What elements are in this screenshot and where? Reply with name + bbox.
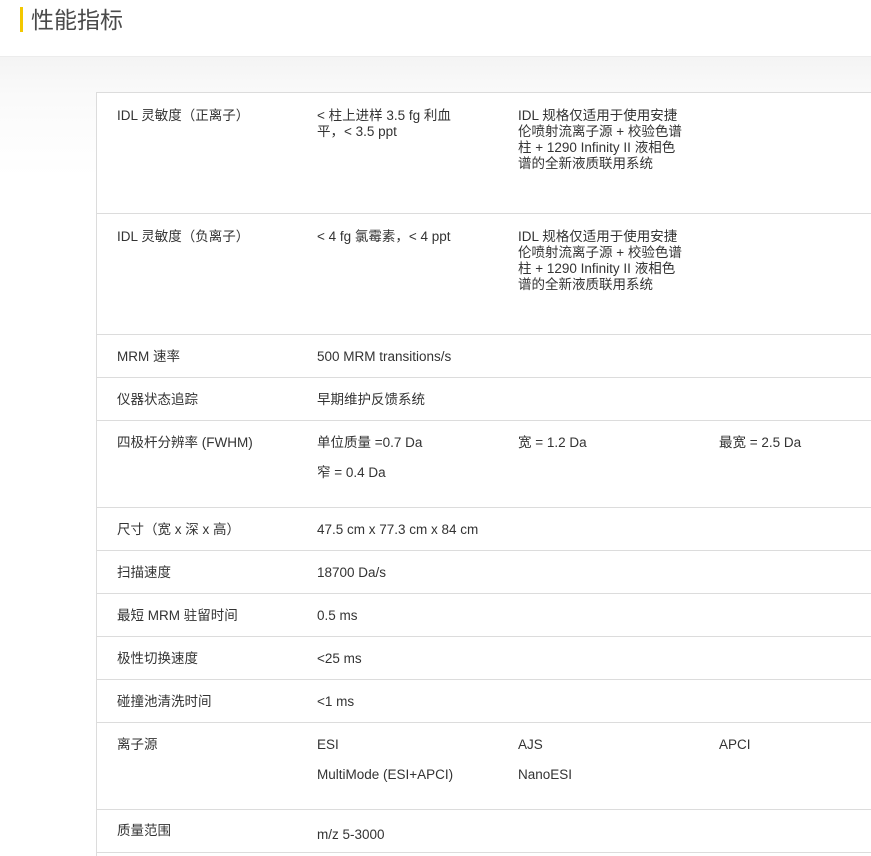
spec-label: 四极杆分辨率 (FWHM) <box>117 435 253 450</box>
table-row: 最短 MRM 驻留时间 0.5 ms <box>97 594 871 637</box>
spec-value-3: 最宽 = 2.5 Da <box>719 435 802 450</box>
spec-value: <1 ms <box>317 694 355 709</box>
table-row: IDL 灵敏度（正离子） < 柱上进样 3.5 fg 利血平，< 3.5 ppt… <box>97 93 871 214</box>
specs-table: IDL 灵敏度（正离子） < 柱上进样 3.5 fg 利血平，< 3.5 ppt… <box>96 92 871 856</box>
spec-label: 碰撞池清洗时间 <box>117 694 212 709</box>
spec-value-secondary: MultiMode (ESI+APCI) <box>317 767 454 782</box>
table-row: 仪器状态追踪 早期维护反馈系统 <box>97 378 871 421</box>
table-row: 尺寸（宽 x 深 x 高） 47.5 cm x 77.3 cm x 84 cm <box>97 508 871 551</box>
spec-label: MRM 速率 <box>117 349 180 364</box>
spec-value: 0.5 ms <box>317 608 358 623</box>
spec-label: IDL 灵敏度（负离子） <box>117 229 250 244</box>
spec-value: 单位质量 =0.7 Da <box>317 435 423 450</box>
spec-label: IDL 灵敏度（正离子） <box>117 108 250 123</box>
spec-value: 500 MRM transitions/s <box>317 349 452 364</box>
spec-value-2-secondary: NanoESI <box>518 767 573 782</box>
spec-label: 最短 MRM 驻留时间 <box>117 608 238 623</box>
spec-value-2: AJS <box>518 737 543 752</box>
spec-note: IDL 规格仅适用于使用安捷伦喷射流离子源 + 校验色谱柱 + 1290 Inf… <box>518 108 682 171</box>
spec-value: 47.5 cm x 77.3 cm x 84 cm <box>317 522 479 537</box>
accent-bar <box>20 7 23 32</box>
table-row: 质量范围 m/z 5-3000 <box>97 810 871 853</box>
page-title: 性能指标 <box>31 7 123 33</box>
spec-value: 早期维护反馈系统 <box>317 392 425 407</box>
spec-note: IDL 规格仅适用于使用安捷伦喷射流离子源 + 校验色谱柱 + 1290 Inf… <box>518 229 682 292</box>
spec-value: <25 ms <box>317 651 362 666</box>
spec-value: m/z 5-3000 <box>317 827 385 842</box>
spec-value: < 4 fg 氯霉素，< 4 ppt <box>317 229 451 244</box>
section-header: 性能指标 <box>0 0 871 57</box>
table-row: MRM 速率 500 MRM transitions/s <box>97 335 871 378</box>
table-row: 碰撞池清洗时间 <1 ms <box>97 680 871 723</box>
spec-value: ESI <box>317 737 339 752</box>
spec-value: < 柱上进样 3.5 fg 利血平，< 3.5 ppt <box>317 108 451 139</box>
spec-value: 18700 Da/s <box>317 565 387 580</box>
spec-label: 仪器状态追踪 <box>117 392 198 407</box>
spec-label: 质量范围 <box>117 823 171 838</box>
spec-value-secondary: 窄 = 0.4 Da <box>317 465 386 480</box>
spec-value-2: 宽 = 1.2 Da <box>518 435 587 450</box>
spec-label: 极性切换速度 <box>117 651 198 666</box>
table-row: 离子源 ESI MultiMode (ESI+APCI) AJS NanoESI… <box>97 723 871 810</box>
table-row: 极性切换速度 <25 ms <box>97 637 871 680</box>
spec-value-3: APCI <box>719 737 751 752</box>
table-row: IDL 灵敏度（负离子） < 4 fg 氯霉素，< 4 ppt IDL 规格仅适… <box>97 214 871 335</box>
table-row: 四极杆分辨率 (FWHM) 单位质量 =0.7 Da 窄 = 0.4 Da 宽 … <box>97 421 871 508</box>
table-row: 扫描速度 18700 Da/s <box>97 551 871 594</box>
spec-label: 扫描速度 <box>117 565 171 580</box>
spec-label: 尺寸（宽 x 深 x 高） <box>117 522 241 537</box>
spec-label: 离子源 <box>117 737 158 752</box>
